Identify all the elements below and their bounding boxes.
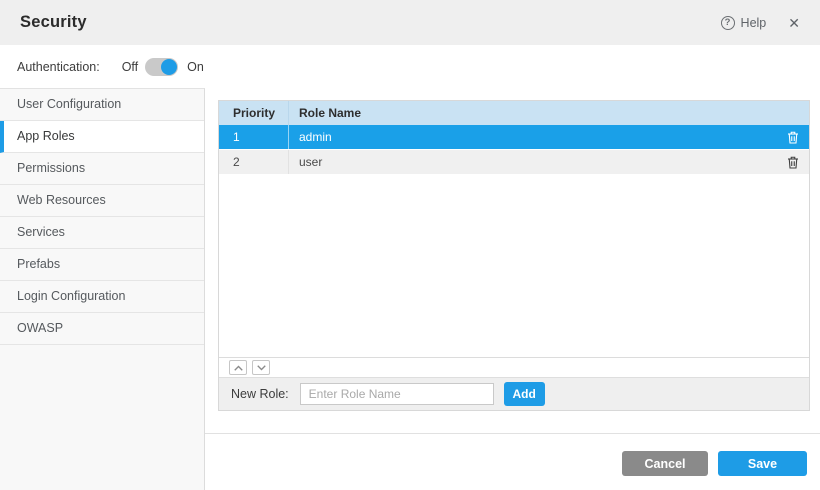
table-empty-area — [219, 175, 809, 357]
column-header-priority: Priority — [219, 101, 289, 125]
sidebar-item-app-roles[interactable]: App Roles — [0, 121, 204, 153]
table-row-user[interactable]: 2 user — [219, 150, 809, 175]
titlebar: Security ? Help ✕ — [0, 0, 820, 45]
new-role-input[interactable] — [300, 383, 494, 405]
delete-role-button[interactable] — [777, 131, 809, 144]
content-area: Priority Role Name 1 admin 2 user — [205, 88, 820, 490]
cell-role-name: admin — [289, 130, 777, 144]
sidebar-item-login-configuration[interactable]: Login Configuration — [0, 281, 204, 313]
chevron-up-icon — [234, 365, 243, 371]
body: User Configuration App Roles Permissions… — [0, 88, 820, 490]
page-title: Security — [20, 13, 87, 32]
sidebar-item-prefabs[interactable]: Prefabs — [0, 249, 204, 281]
save-button[interactable]: Save — [718, 451, 807, 476]
trash-icon — [787, 131, 799, 144]
close-icon[interactable]: ✕ — [788, 16, 800, 30]
toggle-off-label: Off — [122, 60, 138, 74]
roles-table-header: Priority Role Name — [219, 101, 809, 125]
cell-priority: 1 — [219, 125, 289, 149]
toggle-on-label: On — [187, 60, 204, 74]
trash-icon — [787, 156, 799, 169]
toggle-thumb — [161, 59, 177, 75]
footer-divider — [205, 433, 820, 434]
roles-panel: Priority Role Name 1 admin 2 user — [218, 100, 810, 411]
sidebar: User Configuration App Roles Permissions… — [0, 88, 205, 490]
cancel-button[interactable]: Cancel — [622, 451, 708, 476]
move-up-button[interactable] — [229, 360, 247, 375]
sidebar-item-owasp[interactable]: OWASP — [0, 313, 204, 345]
new-role-label: New Role: — [231, 387, 289, 401]
add-role-button[interactable]: Add — [504, 382, 545, 406]
chevron-down-icon — [257, 365, 266, 371]
cell-priority: 2 — [219, 150, 289, 174]
cell-role-name: user — [289, 155, 777, 169]
column-header-role-name: Role Name — [289, 106, 777, 120]
new-role-bar: New Role: Add — [219, 377, 809, 410]
authentication-label: Authentication: — [17, 60, 100, 74]
sidebar-item-permissions[interactable]: Permissions — [0, 153, 204, 185]
authentication-row: Authentication: Off On — [0, 45, 820, 88]
sidebar-item-user-configuration[interactable]: User Configuration — [0, 89, 204, 121]
sidebar-item-web-resources[interactable]: Web Resources — [0, 185, 204, 217]
help-label: Help — [741, 16, 767, 30]
footer-actions: Cancel Save — [622, 451, 807, 476]
reorder-toolbar — [219, 357, 809, 377]
help-icon: ? — [721, 16, 735, 30]
delete-role-button[interactable] — [777, 156, 809, 169]
authentication-toggle[interactable] — [145, 58, 178, 76]
move-down-button[interactable] — [252, 360, 270, 375]
table-row-admin[interactable]: 1 admin — [219, 125, 809, 150]
sidebar-item-services[interactable]: Services — [0, 217, 204, 249]
help-button[interactable]: ? Help — [721, 16, 767, 30]
